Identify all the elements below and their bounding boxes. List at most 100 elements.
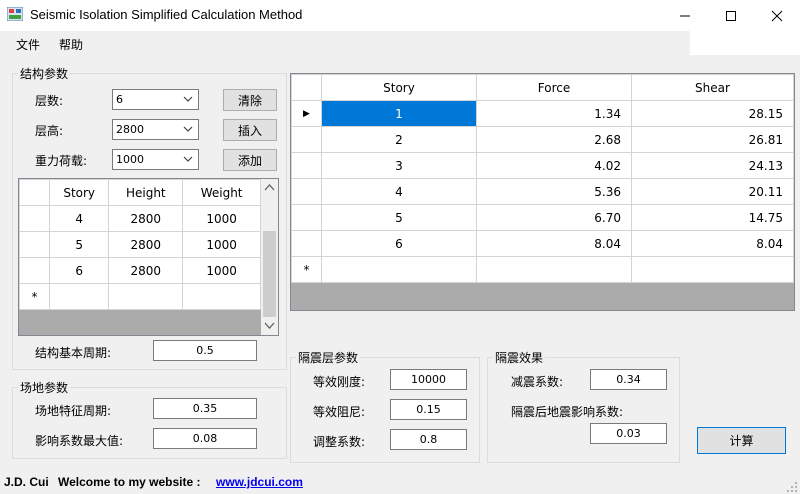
row-header[interactable] [19,205,50,232]
new-row[interactable]: * [291,256,794,283]
scrollbar-thumb[interactable] [263,231,276,317]
cell-height[interactable]: 2800 [108,231,184,258]
cell-weight[interactable]: 1000 [182,231,261,258]
clear-button[interactable]: 清除 [223,89,277,111]
cell-force[interactable]: 6.70 [476,204,632,231]
cell-height[interactable]: 2800 [108,257,184,284]
reduction-input[interactable]: 0.34 [590,369,667,390]
row-header[interactable] [19,257,50,284]
period-input[interactable]: 0.5 [153,340,257,361]
cell-story[interactable]: 6 [48,257,110,284]
isolation-group-title: 隔震层参数 [296,349,361,366]
adjust-input[interactable]: 0.8 [390,429,467,450]
column-header-height[interactable]: Height [108,179,184,206]
new-row-cell[interactable] [108,283,184,310]
adjust-label: 调整系数: [313,435,366,449]
column-header-story[interactable]: Story [48,179,110,206]
row-header[interactable] [291,204,322,231]
height-combo[interactable]: 2800 [112,119,199,140]
add-button[interactable]: 添加 [223,149,277,171]
new-row-cell[interactable] [631,256,794,283]
damping-label: 等效阻尼: [313,405,366,419]
maximize-button[interactable] [708,0,754,31]
cell-story[interactable]: 5 [321,204,477,231]
website-link[interactable]: www.jdcui.com [216,475,303,489]
cell-force[interactable]: 4.02 [476,152,632,179]
cell-story[interactable]: 2 [321,126,477,153]
results-grid[interactable]: Story Force Shear ▶ 1 1.34 28.15 2 2.68 … [290,73,795,311]
new-row[interactable]: * [19,283,261,310]
structure-grid[interactable]: Story Height Weight 4 2800 1000 5 2800 1… [18,178,279,336]
damping-input[interactable]: 0.15 [390,399,467,420]
row-header[interactable] [291,178,322,205]
row-header[interactable] [291,152,322,179]
cell-shear[interactable]: 26.81 [631,126,794,153]
table-row[interactable]: 3 4.02 24.13 [291,152,794,179]
table-row[interactable]: ▶ 1 1.34 28.15 [291,100,794,127]
close-button[interactable] [754,0,800,31]
after-coef-label: 隔震后地震影响系数: [511,405,624,419]
floors-combo[interactable]: 6 [112,89,199,110]
results-grid-header: Story Force Shear [291,74,794,101]
cell-force[interactable]: 5.36 [476,178,632,205]
chevron-down-icon [183,96,193,102]
resize-grip-icon[interactable] [786,481,798,493]
chevron-up-icon[interactable] [264,183,275,191]
cell-shear[interactable]: 24.13 [631,152,794,179]
current-row-marker: ▶ [291,100,322,127]
column-header-weight[interactable]: Weight [182,179,261,206]
vertical-scrollbar[interactable] [261,179,278,335]
after-coef-input[interactable]: 0.03 [590,423,667,444]
max-coef-input[interactable]: 0.08 [153,428,257,449]
cell-story[interactable]: 6 [321,230,477,257]
column-header-story[interactable]: Story [321,74,477,101]
close-icon [771,10,783,21]
cell-weight[interactable]: 1000 [182,205,261,232]
table-row[interactable]: 4 2800 1000 [19,205,261,232]
table-row[interactable]: 6 8.04 8.04 [291,230,794,257]
cell-story[interactable]: 4 [48,205,110,232]
new-row-cell[interactable] [48,283,110,310]
chevron-down-icon[interactable] [264,322,275,330]
char-period-input[interactable]: 0.35 [153,398,257,419]
new-row-cell[interactable] [476,256,632,283]
row-header[interactable] [291,126,322,153]
chevron-down-icon [183,156,193,162]
row-header[interactable] [291,230,322,257]
load-combo[interactable]: 1000 [112,149,199,170]
menu-bar [0,31,690,55]
cell-force[interactable]: 1.34 [476,100,632,127]
height-label: 层高: [35,124,64,138]
cell-force[interactable]: 2.68 [476,126,632,153]
cell-force[interactable]: 8.04 [476,230,632,257]
calculate-button[interactable]: 计算 [697,427,786,454]
row-header-corner [19,179,50,206]
insert-button[interactable]: 插入 [223,119,277,141]
row-header[interactable] [19,231,50,258]
table-row[interactable]: 5 2800 1000 [19,231,261,258]
menu-help[interactable]: 帮助 [59,36,83,53]
cell-weight[interactable]: 1000 [182,257,261,284]
table-row[interactable]: 5 6.70 14.75 [291,204,794,231]
table-row[interactable]: 4 5.36 20.11 [291,178,794,205]
floors-label: 层数: [35,94,64,108]
cell-story[interactable]: 3 [321,152,477,179]
new-row-cell[interactable] [182,283,261,310]
stiffness-input[interactable]: 10000 [390,369,467,390]
new-row-cell[interactable] [321,256,477,283]
cell-story[interactable]: 5 [48,231,110,258]
author-label: J.D. Cui [4,475,49,489]
cell-shear[interactable]: 14.75 [631,204,794,231]
column-header-shear[interactable]: Shear [631,74,794,101]
table-row[interactable]: 2 2.68 26.81 [291,126,794,153]
cell-height[interactable]: 2800 [108,205,184,232]
cell-story[interactable]: 4 [321,178,477,205]
column-header-force[interactable]: Force [476,74,632,101]
cell-shear[interactable]: 28.15 [631,100,794,127]
table-row[interactable]: 6 2800 1000 [19,257,261,284]
menu-file[interactable]: 文件 [16,36,40,53]
minimize-button[interactable] [662,0,708,31]
cell-story[interactable]: 1 [321,100,477,127]
cell-shear[interactable]: 20.11 [631,178,794,205]
cell-shear[interactable]: 8.04 [631,230,794,257]
